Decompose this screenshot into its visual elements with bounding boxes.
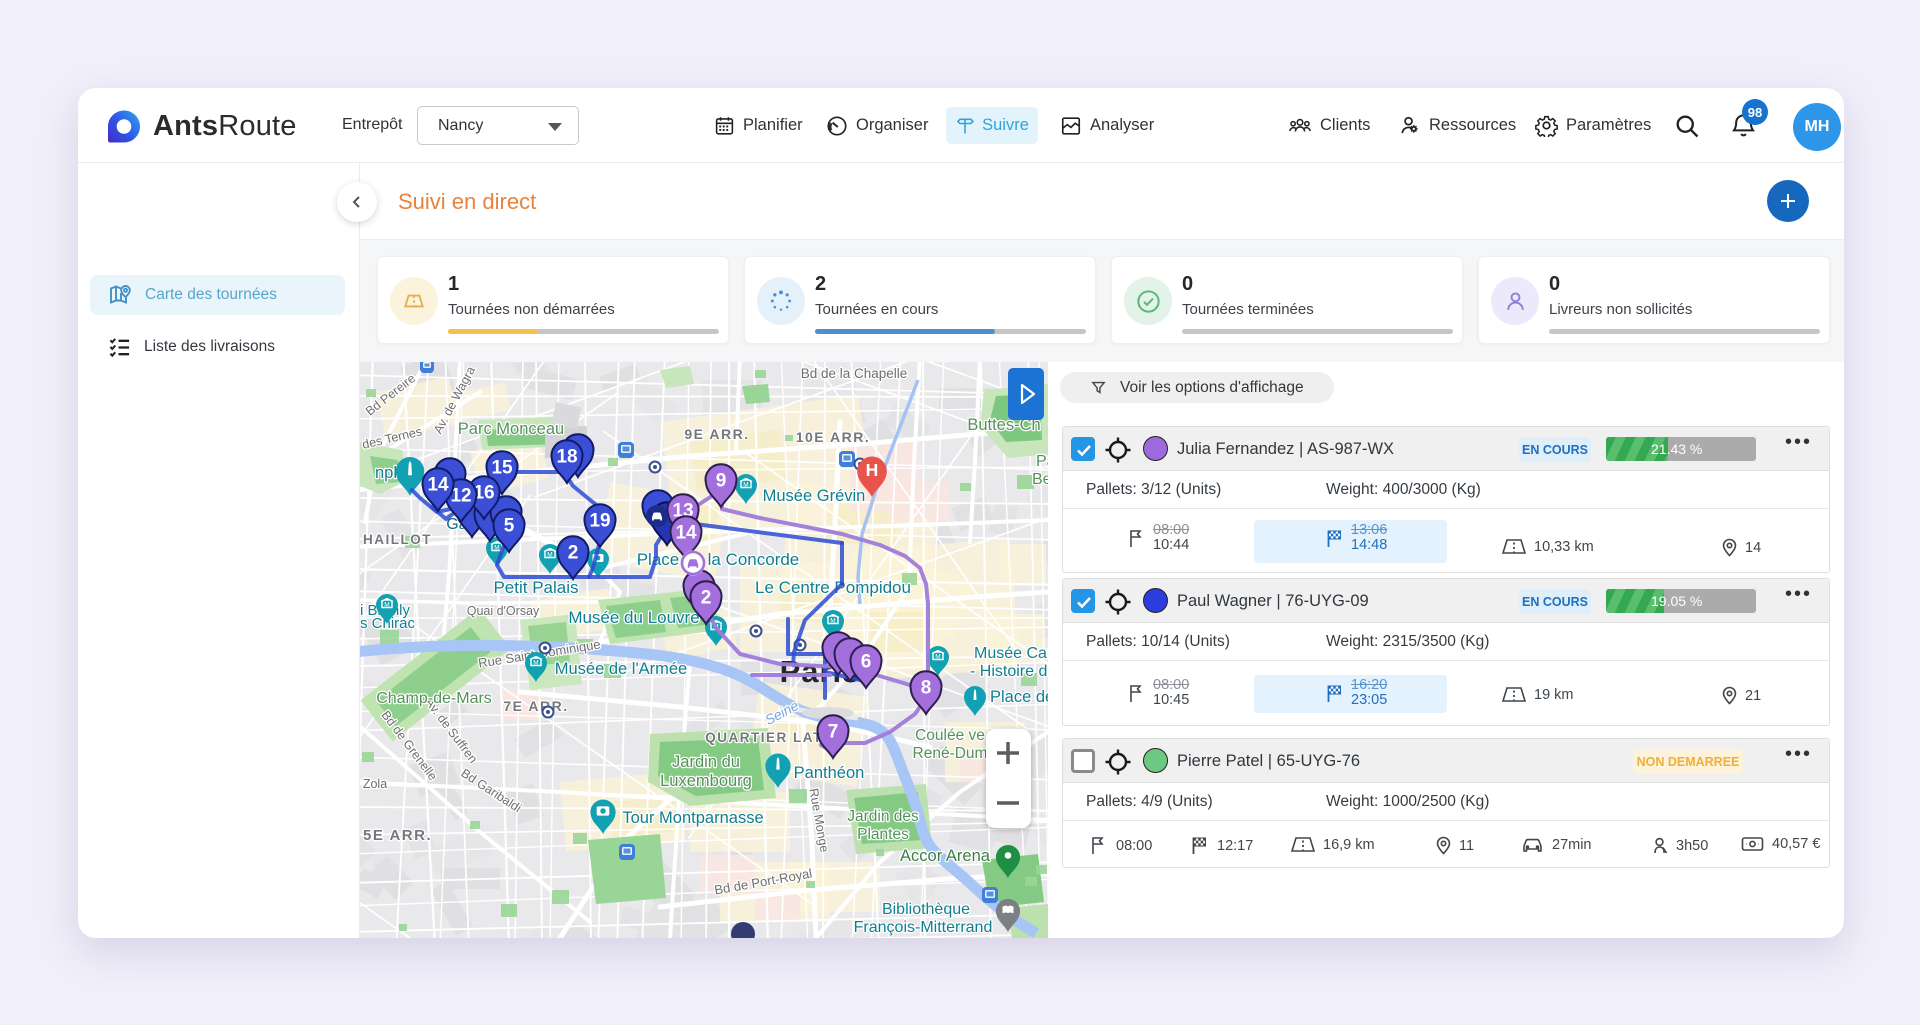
svg-text:M: M	[533, 660, 538, 667]
svg-text:Jardin des: Jardin des	[847, 808, 919, 825]
svg-text:Place de la: Place de la	[990, 688, 1048, 706]
svg-text:8: 8	[921, 678, 932, 699]
svg-text:2: 2	[568, 543, 579, 564]
svg-text:HAILLOT: HAILLOT	[363, 532, 432, 547]
svg-text:5E ARR.: 5E ARR.	[363, 827, 432, 844]
svg-text:19: 19	[589, 511, 610, 532]
svg-text:Panthéon: Panthéon	[794, 764, 865, 782]
svg-text:Accor Arena: Accor Arena	[900, 847, 991, 865]
svg-text:Champ-de-Mars: Champ-de-Mars	[376, 690, 492, 707]
svg-text:Musée du Louvre: Musée du Louvre	[568, 608, 699, 627]
svg-text:René-Dum: René-Dum	[913, 745, 988, 762]
svg-text:Quai d'Orsay: Quai d'Orsay	[467, 604, 540, 618]
svg-text:10E ARR.: 10E ARR.	[796, 429, 871, 445]
svg-text:Tour Montparnasse: Tour Montparnasse	[622, 809, 763, 827]
svg-text:M: M	[935, 654, 940, 661]
svg-text:9E ARR.: 9E ARR.	[684, 426, 749, 442]
svg-text:Coulée ve: Coulée ve	[915, 727, 985, 744]
svg-text:14: 14	[427, 475, 449, 496]
svg-text:Musée de l'Armée: Musée de l'Armée	[555, 660, 687, 678]
svg-text:Bd de la Chapelle: Bd de la Chapelle	[801, 366, 908, 381]
svg-text:Luxembourg: Luxembourg	[660, 772, 752, 790]
svg-text:M: M	[830, 618, 835, 625]
svg-text:M: M	[743, 482, 748, 489]
svg-text:Musée Grévin: Musée Grévin	[763, 487, 866, 505]
svg-text:2: 2	[701, 588, 712, 609]
svg-text:- Histoire de Paris: - Histoire de Paris	[970, 663, 1048, 680]
svg-text:Par: Par	[1036, 453, 1048, 470]
svg-text:6: 6	[861, 652, 872, 673]
svg-text:15: 15	[491, 458, 513, 479]
svg-text:QUARTIER LAT: QUARTIER LAT	[705, 730, 823, 745]
svg-text:5: 5	[504, 516, 515, 537]
svg-text:H: H	[866, 460, 879, 480]
svg-text:Parc Monceau: Parc Monceau	[458, 420, 564, 438]
svg-text:Jardin du: Jardin du	[672, 753, 740, 771]
svg-text:M: M	[384, 602, 389, 609]
svg-text:7E ARR.: 7E ARR.	[503, 698, 568, 714]
svg-text:M: M	[494, 545, 499, 552]
svg-text:7: 7	[828, 722, 839, 743]
svg-text:Place de la Concorde: Place de la Concorde	[637, 550, 800, 569]
svg-text:Bibliothèque: Bibliothèque	[882, 901, 970, 918]
svg-text:Zola: Zola	[363, 777, 387, 791]
svg-text:9: 9	[716, 471, 727, 492]
svg-text:Musée Carnavalet: Musée Carnavalet	[974, 645, 1048, 662]
svg-text:Plantes: Plantes	[857, 826, 909, 843]
svg-text:14: 14	[675, 523, 697, 544]
svg-text:M: M	[547, 552, 552, 559]
svg-text:18: 18	[556, 447, 577, 468]
svg-text:Bell: Bell	[1032, 471, 1048, 488]
svg-text:François-Mitterrand: François-Mitterrand	[854, 919, 993, 936]
svg-text:Petit Palais: Petit Palais	[493, 578, 578, 597]
